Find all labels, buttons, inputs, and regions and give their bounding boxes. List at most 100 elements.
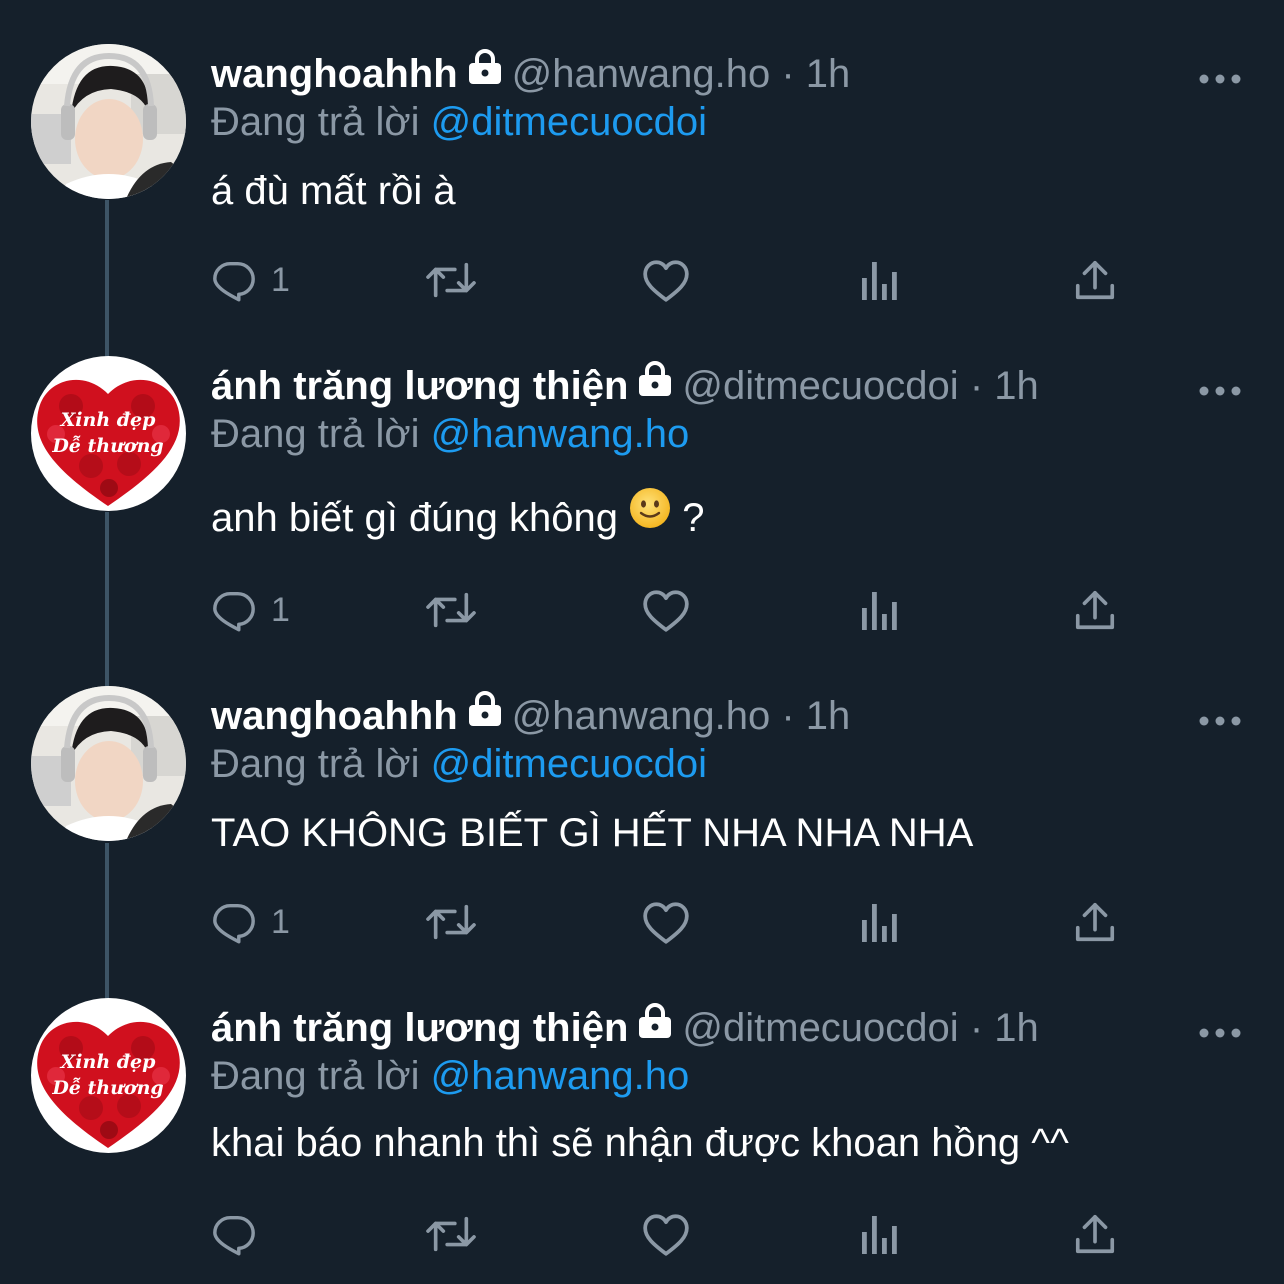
more-icon — [1199, 716, 1241, 726]
reply-icon — [213, 903, 255, 944]
separator-dot: · — [969, 1006, 984, 1050]
like-button[interactable] — [641, 1204, 691, 1264]
display-name[interactable]: ánh trăng lương thiện — [211, 364, 628, 408]
reply-icon — [213, 1215, 255, 1256]
thread-line — [105, 200, 109, 360]
analytics-icon — [862, 262, 897, 300]
reply-count: 1 — [271, 902, 290, 941]
replying-to: Đang trả lời @hanwang.ho — [211, 404, 689, 464]
more-options-button[interactable] — [1198, 381, 1242, 401]
analytics-icon — [862, 592, 897, 630]
avatar[interactable]: Xinh đẹp Dễ thương — [31, 356, 186, 511]
avatar-photo-icon — [31, 686, 186, 841]
share-button[interactable] — [1073, 250, 1117, 310]
action-bar: 1 — [211, 580, 1131, 640]
share-icon — [1075, 1214, 1115, 1254]
svg-text:Dễ thương: Dễ thương — [51, 435, 163, 457]
tweet-text: TAO KHÔNG BIẾT GÌ HẾT NHA NHA NHA — [211, 811, 974, 855]
retweet-button[interactable] — [423, 580, 479, 640]
like-icon — [643, 260, 689, 302]
retweet-icon — [426, 592, 476, 628]
separator-dot: · — [781, 694, 795, 738]
user-handle[interactable]: @hanwang.ho — [512, 694, 771, 738]
thread-line — [105, 512, 109, 687]
replying-prefix: Đang trả lời — [211, 1054, 420, 1098]
retweet-icon — [426, 904, 476, 940]
replying-to: Đang trả lời @ditmecuocdoi — [211, 734, 707, 794]
like-icon — [643, 902, 689, 944]
share-icon — [1075, 902, 1115, 942]
retweet-button[interactable] — [423, 892, 479, 952]
display-name[interactable]: ánh trăng lương thiện — [211, 1006, 628, 1050]
retweet-button[interactable] — [423, 1204, 479, 1264]
retweet-icon — [426, 262, 476, 298]
analytics-icon — [862, 904, 897, 942]
analytics-button[interactable] — [859, 1204, 901, 1264]
svg-text:Dễ thương: Dễ thương — [51, 1077, 163, 1099]
like-icon — [643, 1214, 689, 1256]
replying-prefix: Đang trả lời — [211, 742, 420, 786]
retweet-icon — [426, 1216, 476, 1252]
mention-link[interactable]: @hanwang.ho — [431, 1054, 690, 1098]
reply-button[interactable]: 1 — [211, 580, 290, 640]
separator-dot: · — [781, 52, 795, 96]
mention-link[interactable]: @hanwang.ho — [431, 412, 690, 456]
user-handle[interactable]: @ditmecuocdoi — [682, 1006, 958, 1050]
timestamp[interactable]: 1h — [994, 364, 1039, 408]
more-icon — [1199, 386, 1241, 396]
replying-to: Đang trả lời @hanwang.ho — [211, 1046, 689, 1106]
heart-roses-avatar-icon: Xinh đẹp Dễ thương — [31, 998, 186, 1153]
reply-button[interactable]: 1 — [211, 250, 290, 310]
avatar[interactable] — [31, 44, 186, 199]
like-button[interactable] — [641, 250, 691, 310]
more-icon — [1199, 1028, 1241, 1038]
like-button[interactable] — [641, 892, 691, 952]
mention-link[interactable]: @ditmecuocdoi — [431, 742, 707, 786]
avatar[interactable]: Xinh đẹp Dễ thương — [31, 998, 186, 1153]
timestamp[interactable]: 1h — [806, 52, 851, 96]
reply-button[interactable]: 1 — [211, 892, 290, 952]
share-button[interactable] — [1073, 1204, 1117, 1264]
like-button[interactable] — [641, 580, 691, 640]
reply-button[interactable] — [211, 1204, 271, 1264]
more-options-button[interactable] — [1198, 1023, 1242, 1043]
avatar-photo-icon — [31, 44, 186, 199]
timestamp[interactable]: 1h — [806, 694, 851, 738]
like-icon — [643, 590, 689, 632]
user-handle[interactable]: @ditmecuocdoi — [682, 364, 958, 408]
analytics-button[interactable] — [859, 892, 901, 952]
action-bar — [211, 1204, 1131, 1264]
analytics-icon — [862, 1216, 897, 1254]
share-icon — [1075, 260, 1115, 300]
analytics-button[interactable] — [859, 250, 901, 310]
reply-icon — [213, 261, 255, 302]
display-name[interactable]: wanghoahhh — [211, 52, 458, 96]
separator-dot: · — [969, 364, 984, 408]
share-icon — [1075, 590, 1115, 630]
replying-prefix: Đang trả lời — [211, 412, 420, 456]
reply-icon — [213, 591, 255, 632]
user-handle[interactable]: @hanwang.ho — [512, 52, 771, 96]
more-options-button[interactable] — [1198, 69, 1242, 89]
svg-text:Xinh đẹp: Xinh đẹp — [60, 409, 157, 431]
thread-line — [105, 843, 109, 999]
action-bar: 1 — [211, 250, 1131, 310]
replying-to: Đang trả lời @ditmecuocdoi — [211, 92, 707, 152]
reply-count: 1 — [271, 590, 290, 629]
tweet-text-main: anh biết gì đúng không — [211, 496, 619, 540]
share-button[interactable] — [1073, 892, 1117, 952]
replying-prefix: Đang trả lời — [211, 100, 420, 144]
reply-count: 1 — [271, 260, 290, 299]
analytics-button[interactable] — [859, 580, 901, 640]
slightly-smiling-face-icon — [629, 486, 671, 546]
display-name[interactable]: wanghoahhh — [211, 694, 458, 738]
more-options-button[interactable] — [1198, 711, 1242, 731]
timestamp[interactable]: 1h — [994, 1006, 1039, 1050]
action-bar: 1 — [211, 892, 1131, 952]
tweet-text-suffix: ? — [682, 496, 705, 540]
avatar[interactable] — [31, 686, 186, 841]
heart-roses-avatar-icon: Xinh đẹp Dễ thương — [31, 356, 186, 511]
share-button[interactable] — [1073, 580, 1117, 640]
mention-link[interactable]: @ditmecuocdoi — [431, 100, 707, 144]
retweet-button[interactable] — [423, 250, 479, 310]
